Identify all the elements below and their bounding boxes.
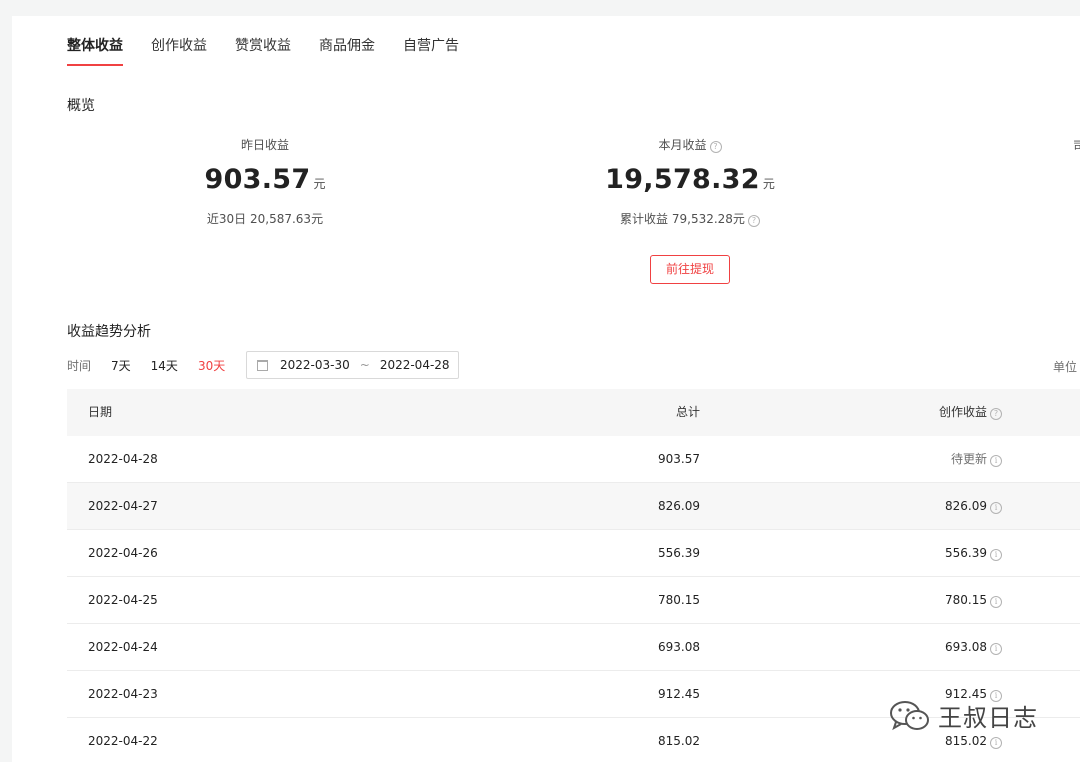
stat-partial-label: 司 xyxy=(1073,139,1080,153)
info-icon[interactable]: i xyxy=(990,737,1002,749)
help-icon[interactable]: ? xyxy=(747,215,760,227)
cell-total: 556.39 xyxy=(658,546,700,560)
unit-label: 单位 xyxy=(1053,360,1078,374)
header-creation-label: 创作收益 xyxy=(938,405,987,419)
date-range-picker[interactable]: 2022-03-30 ~ 2022-04-28 xyxy=(246,351,459,379)
table-row: 2022-04-28 903.57 待更新 i xyxy=(67,436,1080,483)
earnings-tabs: 整体收益 创作收益 赞赏收益 商品佣金 自营广告 xyxy=(67,36,487,66)
cell-date: 2022-04-25 xyxy=(88,593,158,607)
stat-month-label-wrap: 本月收益? xyxy=(540,136,840,154)
cell-creation: 826.09 i xyxy=(945,483,1002,529)
help-icon[interactable]: ? xyxy=(990,408,1002,420)
cell-creation: 待更新 i xyxy=(951,436,1002,482)
date-start[interactable]: 2022-03-30 xyxy=(280,358,350,372)
header-date: 日期 xyxy=(88,405,113,419)
info-icon[interactable]: i xyxy=(990,502,1002,514)
table-row: 2022-04-27 826.09 826.09 i xyxy=(67,483,1080,530)
cell-creation-value: 693.08 xyxy=(945,640,987,654)
stat-yesterday-label: 昨日收益 xyxy=(240,138,289,152)
cell-date: 2022-04-28 xyxy=(88,452,158,466)
cell-creation-value: 556.39 xyxy=(945,546,987,560)
cell-creation: 780.15 i xyxy=(945,577,1002,623)
cell-creation-value: 815.02 xyxy=(945,734,987,748)
header-creation: 创作收益? xyxy=(939,389,1002,436)
cell-total: 912.45 xyxy=(658,687,700,701)
overview-title: 概览 xyxy=(67,98,95,114)
cell-total: 903.57 xyxy=(658,452,700,466)
trend-title: 收益趋势分析 xyxy=(67,324,151,340)
tab-overall[interactable]: 整体收益 xyxy=(67,36,123,66)
stat-yesterday-number: 903.57 xyxy=(204,164,311,195)
cell-date: 2022-04-23 xyxy=(88,687,158,701)
cell-date: 2022-04-27 xyxy=(88,499,158,513)
withdraw-button[interactable]: 前往提现 xyxy=(650,255,730,284)
cell-creation: 693.08 i xyxy=(945,624,1002,670)
info-icon[interactable]: i xyxy=(990,455,1002,467)
stat-last30-summary: 近30日 20,587.63元 xyxy=(206,212,324,226)
info-icon[interactable]: i xyxy=(990,596,1002,608)
tab-self-ads[interactable]: 自营广告 xyxy=(403,36,459,66)
tab-creation[interactable]: 创作收益 xyxy=(151,36,207,66)
stat-month-value: 19,578.32 元 xyxy=(540,162,840,202)
stat-yesterday-unit: 元 xyxy=(313,177,326,191)
table-row: 2022-04-25 780.15 780.15 i xyxy=(67,577,1080,624)
earnings-card: 整体收益 创作收益 赞赏收益 商品佣金 自营广告 概览 昨日收益 903.57 元… xyxy=(12,16,1080,762)
calendar-icon xyxy=(257,359,268,371)
stat-cumulative-wrap: 累计收益 79,532.28元? xyxy=(540,210,840,227)
cell-total: 826.09 xyxy=(658,499,700,513)
cell-date: 2022-04-22 xyxy=(88,734,158,748)
range-30-days[interactable]: 30天 xyxy=(198,357,225,374)
stat-month-label: 本月收益 xyxy=(658,138,707,152)
watermark-text: 王叔日志 xyxy=(938,704,1038,732)
watermark: 王叔日志 xyxy=(888,698,1038,733)
cell-creation: 556.39 i xyxy=(945,530,1002,576)
cell-creation-value: 780.15 xyxy=(945,593,987,607)
cell-total: 780.15 xyxy=(658,593,700,607)
time-filter-label: 时间 xyxy=(67,358,92,373)
stat-yesterday: 昨日收益 903.57 元 近30日 20,587.63元 xyxy=(115,136,415,227)
table-row: 2022-04-24 693.08 693.08 i xyxy=(67,624,1080,671)
cell-creation-value: 待更新 xyxy=(950,452,987,466)
help-icon[interactable]: ? xyxy=(709,141,722,153)
tab-tips[interactable]: 赞赏收益 xyxy=(235,36,291,66)
stat-month-number: 19,578.32 xyxy=(605,164,760,195)
stat-cumulative-summary: 累计收益 79,532.28元 xyxy=(620,212,745,226)
header-total: 总计 xyxy=(675,405,700,419)
wechat-logo-icon xyxy=(888,699,932,733)
info-icon[interactable]: i xyxy=(990,643,1002,655)
cell-date: 2022-04-24 xyxy=(88,640,158,654)
table-header: 日期 总计 创作收益? xyxy=(67,389,1080,436)
cell-date: 2022-04-26 xyxy=(88,546,158,560)
tab-commission[interactable]: 商品佣金 xyxy=(319,36,375,66)
table-row: 2022-04-26 556.39 556.39 i xyxy=(67,530,1080,577)
cell-total: 693.08 xyxy=(658,640,700,654)
date-separator: ~ xyxy=(359,358,370,372)
cell-creation-value: 826.09 xyxy=(945,499,987,513)
stat-yesterday-value: 903.57 元 xyxy=(115,162,415,202)
cell-total: 815.02 xyxy=(658,734,700,748)
range-7-days[interactable]: 7天 xyxy=(111,357,131,374)
stat-month-unit: 元 xyxy=(762,177,775,191)
time-filter: 时间 7天 14天 30天 xyxy=(67,351,245,379)
range-14-days[interactable]: 14天 xyxy=(151,357,178,374)
date-end[interactable]: 2022-04-28 xyxy=(380,358,450,372)
info-icon[interactable]: i xyxy=(990,549,1002,561)
stat-month: 本月收益? 19,578.32 元 累计收益 79,532.28元? xyxy=(540,136,840,227)
